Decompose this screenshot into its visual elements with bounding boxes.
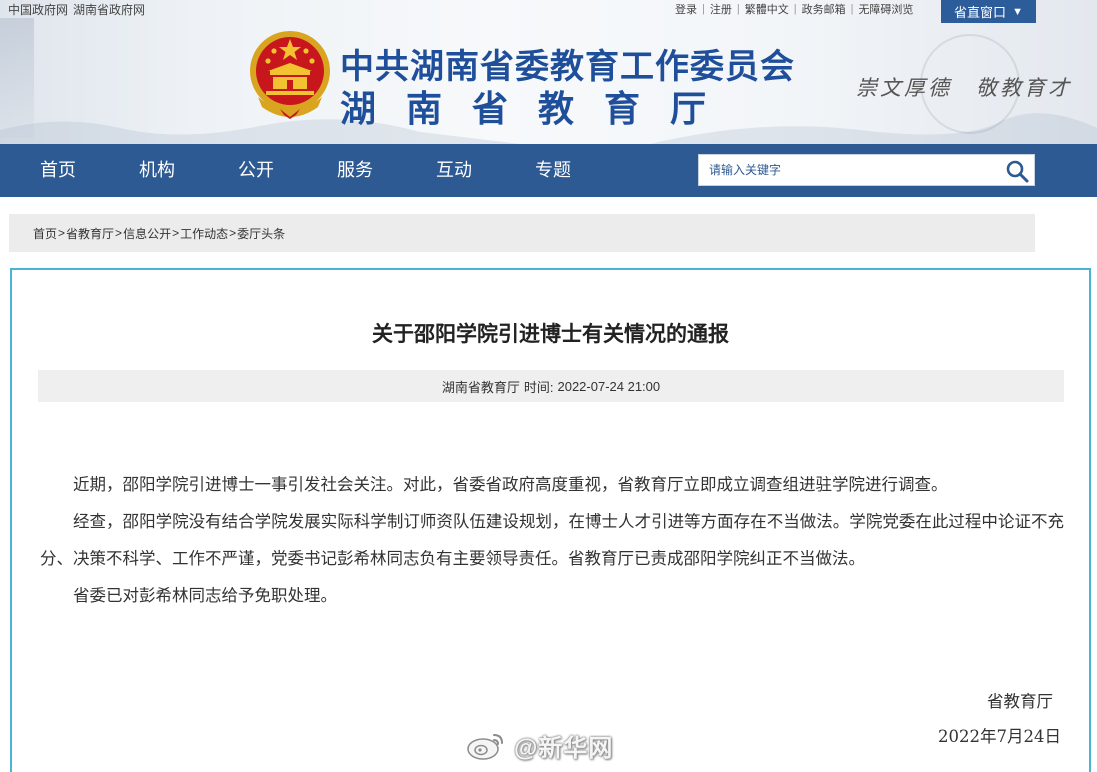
article-body: 近期，邵阳学院引进博士一事引发社会关注。对此，省委省政府高度重视，省教育厅立即成…	[40, 466, 1064, 614]
motto-text: 崇文厚德 敬教育才	[856, 76, 1072, 100]
breadcrumb-headlines[interactable]: 委厅头条	[237, 225, 285, 242]
direct-window-dropdown[interactable]: 省直窗口 ▼	[941, 0, 1036, 23]
breadcrumb-separator: >	[172, 226, 180, 240]
search-input[interactable]	[699, 155, 999, 185]
article-paragraph: 近期，邵阳学院引进博士一事引发社会关注。对此，省委省政府高度重视，省教育厅立即成…	[73, 475, 948, 494]
caret-down-icon: ▼	[1012, 5, 1023, 18]
gov-mail-link[interactable]: 政务邮箱	[802, 1, 846, 17]
nav-services[interactable]: 服务	[337, 144, 373, 197]
breadcrumb-separator: >	[229, 226, 237, 240]
article-paragraph: 省委已对彭希林同志给予免职处理。	[73, 586, 337, 605]
gov-links: 中国政府网 湖南省政府网	[8, 1, 145, 18]
link-china-gov[interactable]: 中国政府网	[8, 1, 68, 18]
breadcrumb: 首页 > 省教育厅 > 信息公开 > 工作动态 > 委厅头条	[9, 214, 1035, 252]
weibo-watermark: @新华网	[466, 725, 613, 765]
link-hunan-gov[interactable]: 湖南省政府网	[73, 1, 145, 18]
nav-home[interactable]: 首页	[40, 144, 76, 197]
site-title-sub: 湖南省教育厅	[340, 88, 737, 129]
breadcrumb-home[interactable]: 首页	[33, 225, 57, 242]
signature-date: 2022年7月24日	[938, 727, 1061, 746]
traditional-chinese-link[interactable]: 繁體中文	[745, 1, 789, 17]
nav-organization[interactable]: 机构	[139, 144, 175, 197]
register-link[interactable]: 注册	[710, 1, 732, 17]
search-icon[interactable]	[1004, 158, 1030, 184]
nav-interaction[interactable]: 互动	[436, 144, 472, 197]
breadcrumb-separator: >	[115, 226, 123, 240]
separator: |	[736, 3, 740, 15]
site-header: 中国政府网 湖南省政府网 登录 | 注册 | 繁體中文 | 政务邮箱 | 无障碍…	[0, 0, 1097, 144]
direct-window-label: 省直窗口	[954, 5, 1007, 20]
login-link[interactable]: 登录	[675, 1, 697, 17]
breadcrumb-separator: >	[58, 226, 66, 240]
separator: |	[793, 3, 797, 15]
national-emblem-icon	[250, 31, 330, 119]
watermark-text: @新华网	[514, 734, 614, 762]
breadcrumb-work-news[interactable]: 工作动态	[180, 225, 228, 242]
article-title: 关于邵阳学院引进博士有关情况的通报	[372, 323, 729, 346]
article-meta: 湖南省教育厅 时间: 2022-07-24 21:00	[38, 370, 1064, 402]
nav-disclosure[interactable]: 公开	[238, 144, 274, 197]
separator: |	[702, 3, 705, 15]
article-source: 湖南省教育厅	[441, 379, 520, 395]
article-paragraph: 经查，邵阳学院没有结合学院发展实际科学制订师资队伍建设规划，在博士人才引进等方面…	[40, 512, 1064, 568]
weibo-logo-icon	[467, 734, 503, 760]
breadcrumb-edu-dept[interactable]: 省教育厅	[66, 225, 114, 242]
nav-topics[interactable]: 专题	[535, 144, 571, 197]
accessibility-link[interactable]: 无障碍浏览	[858, 1, 913, 17]
separator: |	[850, 3, 854, 15]
article-time-label: 时间:	[523, 379, 554, 395]
article-time: 2022-07-24 21:00	[557, 378, 661, 394]
article-panel: 关于邵阳学院引进博士有关情况的通报 湖南省教育厅 时间: 2022-07-24 …	[10, 268, 1091, 772]
signature-org: 省教育厅	[987, 692, 1053, 711]
utility-links: 登录 | 注册 | 繁體中文 | 政务邮箱 | 无障碍浏览	[675, 1, 913, 17]
search-box	[698, 154, 1035, 186]
breadcrumb-disclosure[interactable]: 信息公开	[123, 225, 171, 242]
